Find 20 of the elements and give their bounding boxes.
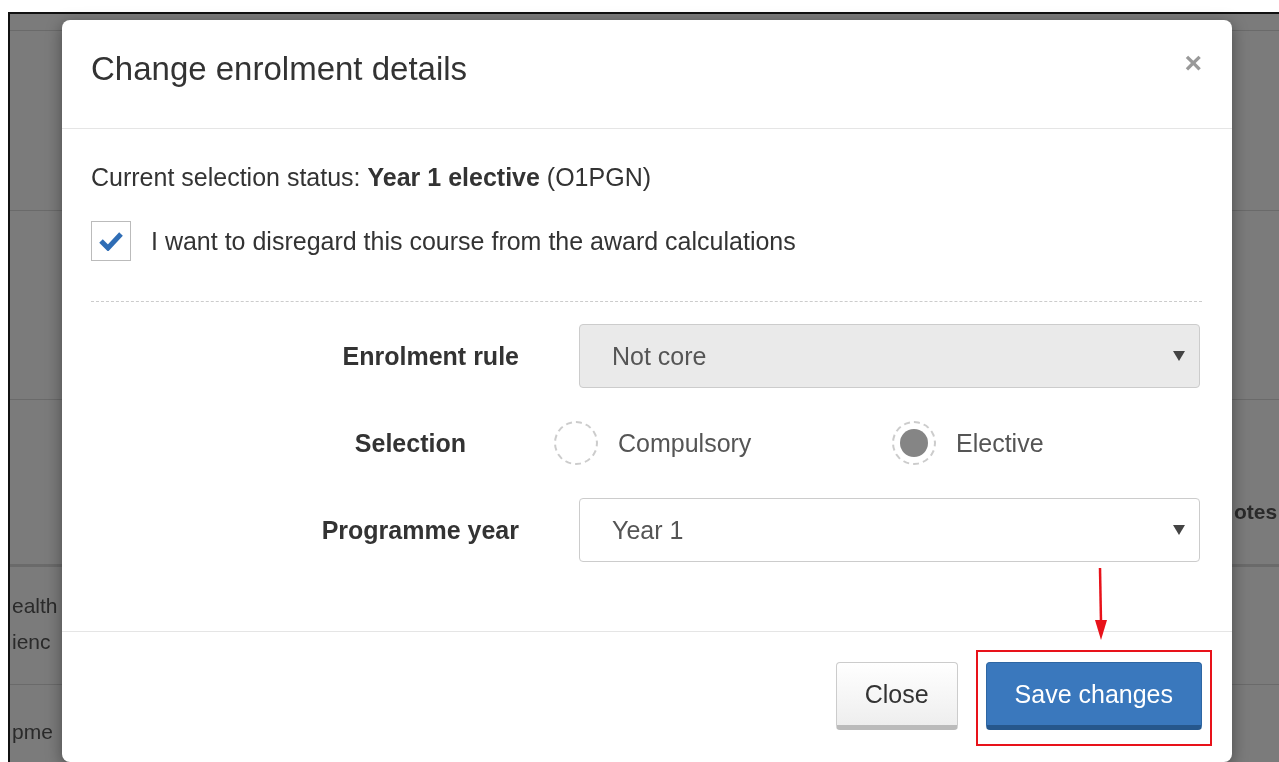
background-text: otes: [1234, 499, 1278, 525]
arrow-icon: [1094, 568, 1108, 640]
save-button[interactable]: Save changes: [985, 662, 1202, 730]
background-text: ienc: [12, 629, 51, 655]
dialog-title: Change enrolment details: [91, 50, 468, 88]
field-label: Enrolment rule: [341, 341, 520, 371]
caret-icon: [1173, 351, 1185, 361]
check-icon: [99, 231, 123, 251]
field-label: Programme year: [320, 515, 520, 545]
radio-label: Elective: [956, 428, 1044, 458]
checkbox[interactable]: [91, 221, 131, 261]
status-text: Current selection status: Year 1 elective (O1PGN): [91, 162, 652, 193]
background-text: pme: [12, 719, 53, 745]
close-text-button[interactable]: Close: [835, 662, 958, 730]
caret-icon: [1173, 525, 1185, 535]
field-label: Selection: [353, 428, 467, 458]
checkbox-label: I want to disregard this course from the award calculations: [151, 226, 796, 256]
radio-label: Compulsory: [618, 428, 752, 458]
background-text: ealth: [12, 593, 58, 619]
select-field[interactable]: Year 1: [579, 498, 1200, 562]
